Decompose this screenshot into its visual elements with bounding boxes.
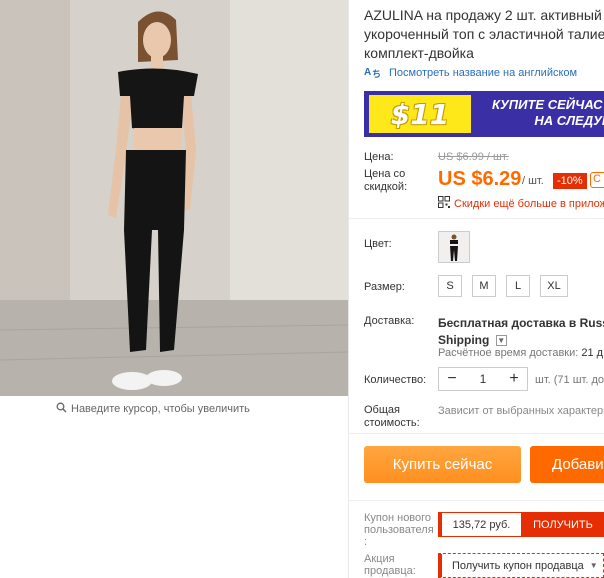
section-divider <box>349 218 604 219</box>
quantity-increase-button[interactable]: + <box>501 370 527 388</box>
product-title: AZULINA на продажу 2 шт. активный же уко… <box>364 6 604 63</box>
translate-link[interactable]: Aち Посмотреть название на английском <box>364 65 577 81</box>
quantity-stepper: − 1 + <box>438 367 528 391</box>
product-photo-illustration <box>0 0 348 396</box>
color-swatch-black[interactable] <box>438 231 470 263</box>
get-coupon-button[interactable]: ПОЛУЧИТЬ <box>522 512 604 537</box>
translate-icon: Aち <box>364 65 382 81</box>
chevron-down-icon[interactable]: ▼ <box>495 335 507 347</box>
app-deal-text: Скидки ещё больше в прилож <box>454 197 604 210</box>
promo-banner[interactable]: $11 КУПИТЕ СЕЙЧАС И НА СЛЕДУЮ <box>364 91 604 137</box>
promo-price-box: $11 <box>369 95 471 133</box>
total-cost-label-line: Общая <box>364 404 400 416</box>
zoom-hint-text: Наведите курсор, чтобы увеличить <box>71 403 250 415</box>
shipping-method-line: Shipping <box>438 333 490 347</box>
seller-promo-label-line: продавца: <box>364 565 416 577</box>
seller-promo-label-line: Акция <box>364 553 395 565</box>
chevron-down-icon: ▼ <box>589 561 598 570</box>
promo-line: КУПИТЕ СЕЙЧАС И <box>492 97 604 112</box>
product-title-line: AZULINA на продажу 2 шт. активный же <box>364 7 604 23</box>
discount-price-label-line: Цена со <box>364 168 406 180</box>
total-cost-label-line: стоимость: <box>364 417 420 429</box>
new-user-coupon-label-line: : <box>364 536 368 548</box>
translate-link-text: Посмотреть название на английском <box>389 67 578 79</box>
total-cost-label: Общая стоимость: <box>364 404 420 430</box>
discount-badge: -10% <box>553 173 587 189</box>
new-user-coupon-label: Купон нового пользователя : <box>364 512 434 548</box>
size-selector: S M L XL <box>438 275 568 297</box>
shipping-method-line: Бесплатная доставка в Russian <box>438 316 604 330</box>
color-label: Цвет: <box>364 238 392 250</box>
svg-text:A: A <box>364 67 371 78</box>
price-unit: / шт. <box>522 175 544 187</box>
old-price: US $6.99 / шт. <box>438 151 509 163</box>
svg-text:ち: ち <box>372 69 381 78</box>
shipping-method[interactable]: Бесплатная доставка в Russian Shipping ▼ <box>438 315 604 349</box>
size-label: Размер: <box>364 281 405 293</box>
discount-price-label-line: скидкой: <box>364 181 408 193</box>
size-option-xl[interactable]: XL <box>540 275 568 297</box>
coupon-amount: 135,72 руб. <box>442 512 522 537</box>
color-swatch-image <box>450 234 458 261</box>
size-option-l[interactable]: L <box>506 275 530 297</box>
section-divider <box>349 500 604 501</box>
discounted-price: US $6.29 <box>438 168 522 190</box>
size-option-s[interactable]: S <box>438 275 462 297</box>
promo-price: $11 <box>390 97 450 131</box>
price-label: Цена: <box>364 151 394 163</box>
column-divider <box>348 0 349 578</box>
product-title-line: укороченный топ с эластичной талией <box>364 26 604 42</box>
new-user-coupon: 135,72 руб. ПОЛУЧИТЬ <box>438 512 604 537</box>
seller-coupon-text: Получить купон продавца <box>452 559 584 572</box>
quantity-decrease-button[interactable]: − <box>439 370 465 388</box>
qr-code-icon <box>438 196 450 211</box>
shipping-label: Доставка: <box>364 315 415 327</box>
promo-text: КУПИТЕ СЕЙЧАС И НА СЛЕДУЮ <box>492 97 604 129</box>
total-cost-note: Зависит от выбранных характери <box>438 405 604 417</box>
product-image[interactable] <box>0 0 348 396</box>
quantity-label: Количество: <box>364 374 427 386</box>
discount-price-label: Цена со скидкой: <box>364 168 407 194</box>
new-user-coupon-label-line: пользователя <box>364 524 434 536</box>
promo-line: НА СЛЕДУЮ <box>534 113 604 128</box>
delivery-time-label: Расчётное время доставки: <box>438 347 579 359</box>
product-title-line: комплект-двойка <box>364 45 474 61</box>
magnifier-icon <box>56 402 67 416</box>
stock-note: шт. (71 шт. дос <box>535 374 604 386</box>
section-divider <box>349 433 604 434</box>
zoom-hint: Наведите курсор, чтобы увеличить <box>56 402 250 416</box>
add-to-cart-button[interactable]: Добави <box>530 446 604 483</box>
new-user-coupon-label-line: Купон нового <box>364 512 432 524</box>
seller-coupon-dropdown[interactable]: Получить купон продавца ▼ <box>438 553 604 578</box>
quantity-input[interactable]: 1 <box>465 372 501 386</box>
seller-promo-label: Акция продавца: <box>364 553 416 577</box>
buy-now-button[interactable]: Купить сейчас <box>364 446 521 483</box>
delivery-time: Расчётное время доставки: 21 д <box>438 347 603 359</box>
extra-discount-badge: C <box>590 172 604 188</box>
size-option-m[interactable]: M <box>472 275 496 297</box>
app-deal-link[interactable]: Скидки ещё больше в прилож <box>438 196 604 211</box>
delivery-time-value: 21 д <box>581 347 604 359</box>
